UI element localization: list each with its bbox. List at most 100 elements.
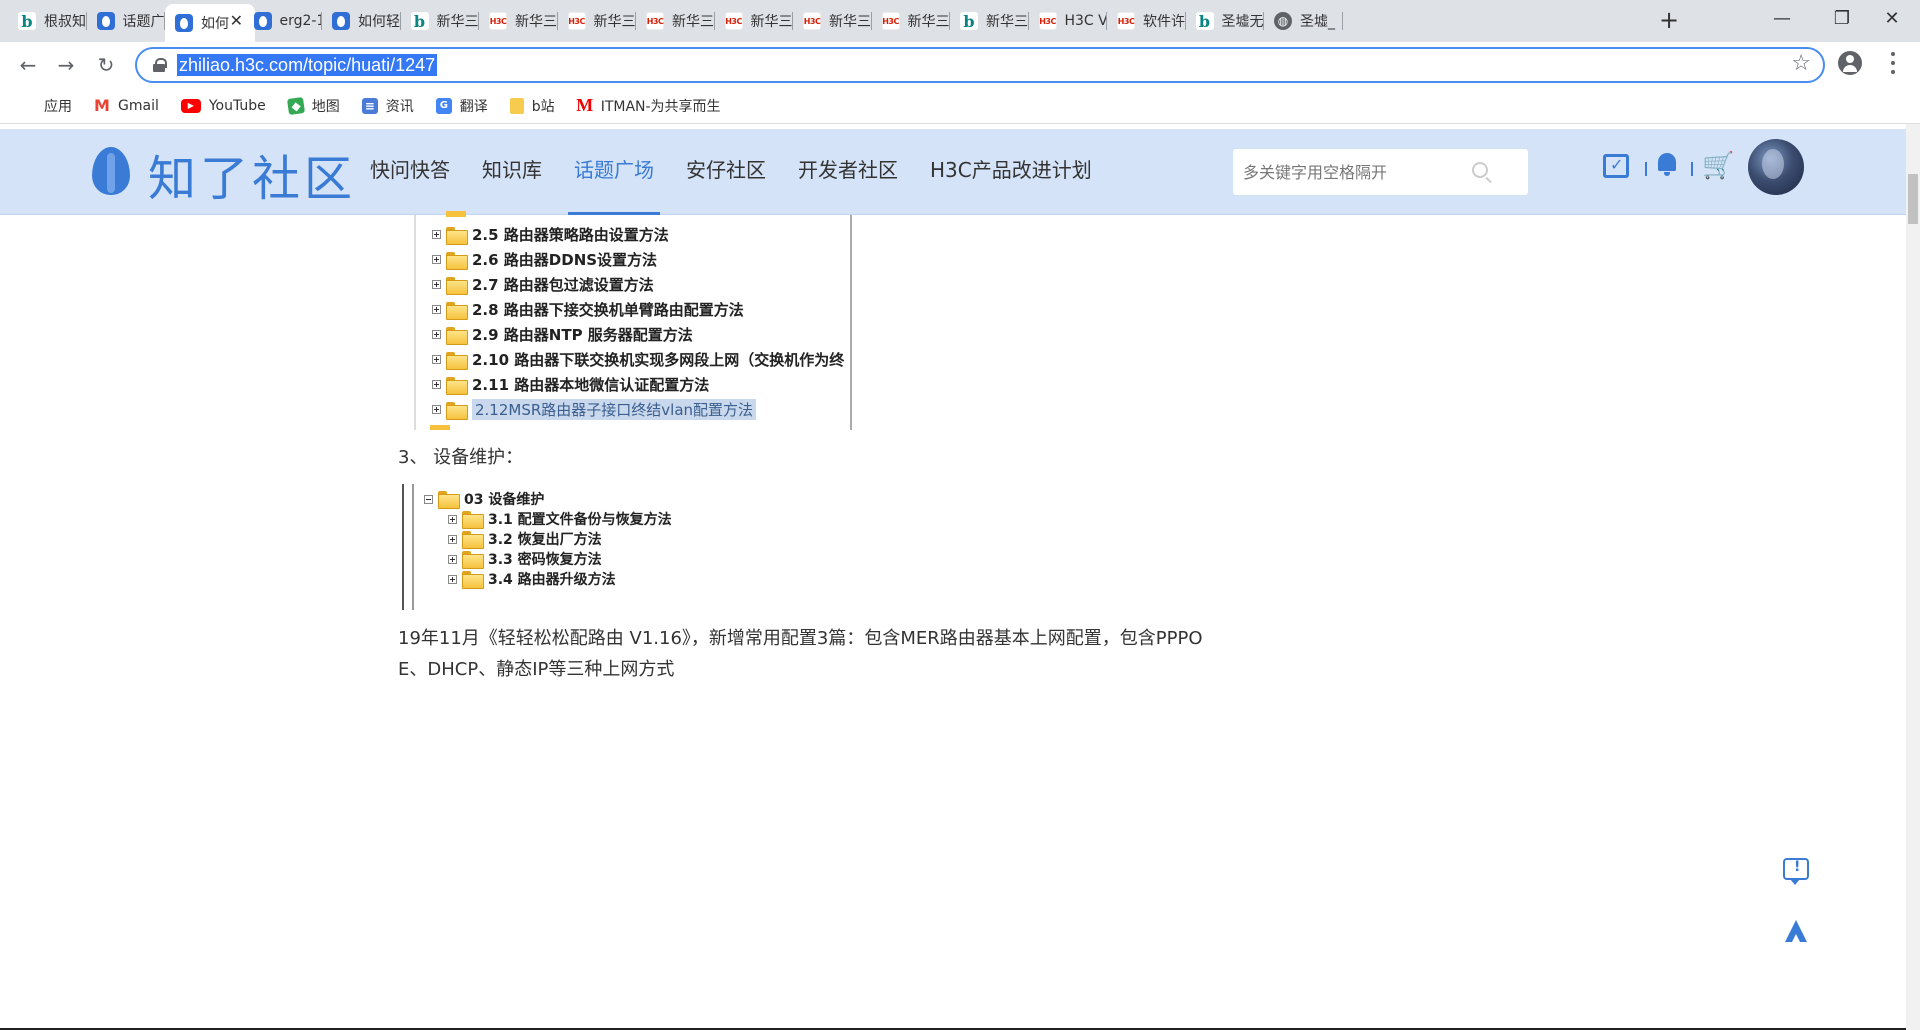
- tree-item-label: 2.6 路由器DDNS设置方法: [472, 251, 658, 269]
- bookmark-label: YouTube: [208, 97, 266, 114]
- bell-icon[interactable]: [1656, 153, 1678, 176]
- tab-title: 新华三: [436, 14, 479, 30]
- cart-icon[interactable]: 🛒: [1702, 151, 1734, 181]
- expand-icon: [432, 255, 441, 264]
- bookmark-label: 地图: [311, 98, 340, 115]
- h3c-favicon-icon: H3C: [646, 12, 664, 30]
- bookmark-bilibili-folder[interactable]: b站: [509, 96, 555, 116]
- new-tab-button[interactable]: +: [1654, 6, 1684, 34]
- nav-kaifazhe-shequ[interactable]: 开发者社区: [798, 129, 898, 215]
- bookmark-gmail[interactable]: M Gmail: [94, 96, 159, 115]
- zhiliao-favicon-icon: [332, 12, 350, 30]
- browser-tab[interactable]: H3C 新华三: [636, 6, 715, 36]
- bookmark-translate[interactable]: G 翻译: [435, 96, 488, 116]
- tree-border: [414, 215, 416, 430]
- browser-tab[interactable]: 如何轻: [322, 6, 401, 36]
- expand-icon: [448, 574, 457, 584]
- browser-tab[interactable]: b 圣墟无: [1186, 6, 1264, 36]
- nav-h3c-improvement[interactable]: H3C产品改进计划: [930, 129, 1092, 215]
- tree-item-label: 2.12MSR路由器子接口终结vlan配置方法: [472, 399, 757, 420]
- tab-title: 圣墟_: [1300, 14, 1335, 30]
- tree-item: 3.4 路由器升级方法: [448, 569, 616, 589]
- browser-toolbar: ← → ↻ zhiliao.h3c.com/topic/huati/1247 ☆: [0, 42, 1920, 88]
- browser-tab[interactable]: H3C H3C V: [1029, 6, 1107, 36]
- bookmark-itman[interactable]: M ITMAN-为共享而生: [576, 95, 721, 116]
- close-tab-icon[interactable]: ✕: [230, 11, 243, 30]
- zhiliao-favicon-icon: [96, 12, 115, 30]
- apps-grid-icon: [20, 98, 36, 114]
- reload-icon[interactable]: ↻: [92, 51, 120, 79]
- bookmark-youtube[interactable]: ▶ YouTube: [180, 97, 266, 114]
- tree-item: 2.7 路由器包过滤设置方法: [432, 274, 654, 295]
- tree-item: 2.5 路由器策略路由设置方法: [432, 224, 669, 245]
- expand-icon: [432, 280, 441, 289]
- folder-icon: [462, 551, 484, 569]
- user-avatar[interactable]: [1748, 139, 1804, 195]
- bookmark-maps[interactable]: ◆ 地图: [286, 96, 340, 116]
- back-arrow-icon[interactable]: ←: [14, 51, 42, 79]
- h3c-favicon-icon: H3C: [803, 12, 821, 30]
- checkin-calendar-icon[interactable]: [1603, 154, 1629, 178]
- tree-item-label: 2.10 路由器下联交换机实现多网段上网（交换机作为终: [472, 351, 845, 369]
- minimize-window-icon[interactable]: —: [1752, 4, 1812, 34]
- tree-item: 3.3 密码恢复方法: [448, 549, 602, 569]
- nav-anzai-shequ[interactable]: 安仔社区: [686, 129, 766, 215]
- browser-tab[interactable]: b 新华三: [401, 6, 479, 36]
- browser-tab[interactable]: b 根叔知: [8, 6, 87, 36]
- search-icon[interactable]: [1472, 162, 1488, 178]
- expand-icon: [432, 330, 441, 339]
- tree-item-label: 3.1 配置文件备份与恢复方法: [488, 512, 672, 528]
- site-logo-text[interactable]: 知了社区: [148, 139, 356, 209]
- browser-tab[interactable]: H3C 新华三: [872, 6, 950, 36]
- folder-icon-partial: [446, 211, 466, 217]
- browser-tab[interactable]: b 新华三: [950, 6, 1029, 36]
- tree-item: 2.10 路由器下联交换机实现多网段上网（交换机作为终: [432, 349, 844, 370]
- browser-tab[interactable]: erg2-1: [244, 6, 322, 36]
- tree-border: [402, 484, 404, 610]
- browser-tab[interactable]: H3C 新华三: [715, 6, 793, 36]
- address-bar[interactable]: zhiliao.h3c.com/topic/huati/1247 ☆: [135, 47, 1825, 83]
- browser-tab[interactable]: H3C 软件许: [1107, 6, 1186, 36]
- nav-kuaiwen[interactable]: 快问快答: [370, 129, 450, 215]
- feedback-icon[interactable]: [1783, 858, 1809, 885]
- lock-icon[interactable]: [153, 58, 167, 72]
- tree-item-label: 3.3 密码恢复方法: [488, 552, 602, 568]
- browser-tab[interactable]: ◍ 圣墟_: [1264, 6, 1343, 36]
- zhiliao-logo-icon[interactable]: [88, 143, 134, 197]
- site-search: [1233, 149, 1528, 195]
- maps-icon: ◆: [286, 96, 305, 115]
- expand-icon: [448, 534, 457, 544]
- profile-icon[interactable]: [1838, 51, 1862, 75]
- nav-huati-guangchang[interactable]: 话题广场: [568, 129, 660, 215]
- address-bar-url[interactable]: zhiliao.h3c.com/topic/huati/1247: [177, 54, 438, 76]
- nav-zhishiku[interactable]: 知识库: [482, 129, 542, 215]
- close-window-icon[interactable]: ✕: [1862, 4, 1920, 34]
- scrollbar-thumb[interactable]: [1908, 174, 1918, 224]
- browser-menu-icon[interactable]: [1890, 52, 1896, 74]
- gmail-icon: M: [94, 96, 110, 115]
- tree-image-device-maintenance: 03 设备维护 3.1 配置文件备份与恢复方法 3.2 恢复出厂方法 3.3 密码恢…: [402, 484, 702, 610]
- back-to-top-icon[interactable]: [1785, 920, 1807, 942]
- page-scrollbar[interactable]: [1906, 124, 1920, 1030]
- folder-icon: [446, 251, 468, 270]
- zhiliao-favicon-icon: [253, 12, 272, 30]
- zhiliao-favicon-icon: [175, 14, 193, 32]
- forward-arrow-icon[interactable]: →: [52, 51, 80, 79]
- browser-tab[interactable]: H3C 新华三: [793, 6, 872, 36]
- bookmark-star-icon[interactable]: ☆: [1791, 51, 1811, 76]
- expand-icon: [432, 230, 441, 239]
- tree-item: 3.1 配置文件备份与恢复方法: [448, 509, 672, 529]
- browser-tab-strip: b 根叔知 话题广 如何 ✕ erg2-1 如何轻 b 新华三 H3C 新华三 H3C 新华三 H3C 新华…: [0, 0, 1920, 42]
- browser-tab[interactable]: H3C 新华三: [558, 6, 636, 36]
- browser-tab[interactable]: 如何 ✕: [165, 4, 255, 42]
- browser-tab[interactable]: H3C 新华三: [479, 6, 558, 36]
- browser-tab[interactable]: 话题广: [87, 6, 165, 36]
- folder-icon: [446, 401, 468, 420]
- bookmark-label: Gmail: [118, 97, 159, 114]
- bookmark-apps[interactable]: 应用: [20, 96, 72, 116]
- bookmark-label: 资讯: [385, 98, 414, 115]
- folder-icon: [446, 376, 468, 395]
- search-input[interactable]: [1233, 149, 1463, 195]
- bookmark-label: ITMAN-为共享而生: [600, 98, 721, 115]
- bookmark-news[interactable]: ≡ 资讯: [361, 96, 414, 116]
